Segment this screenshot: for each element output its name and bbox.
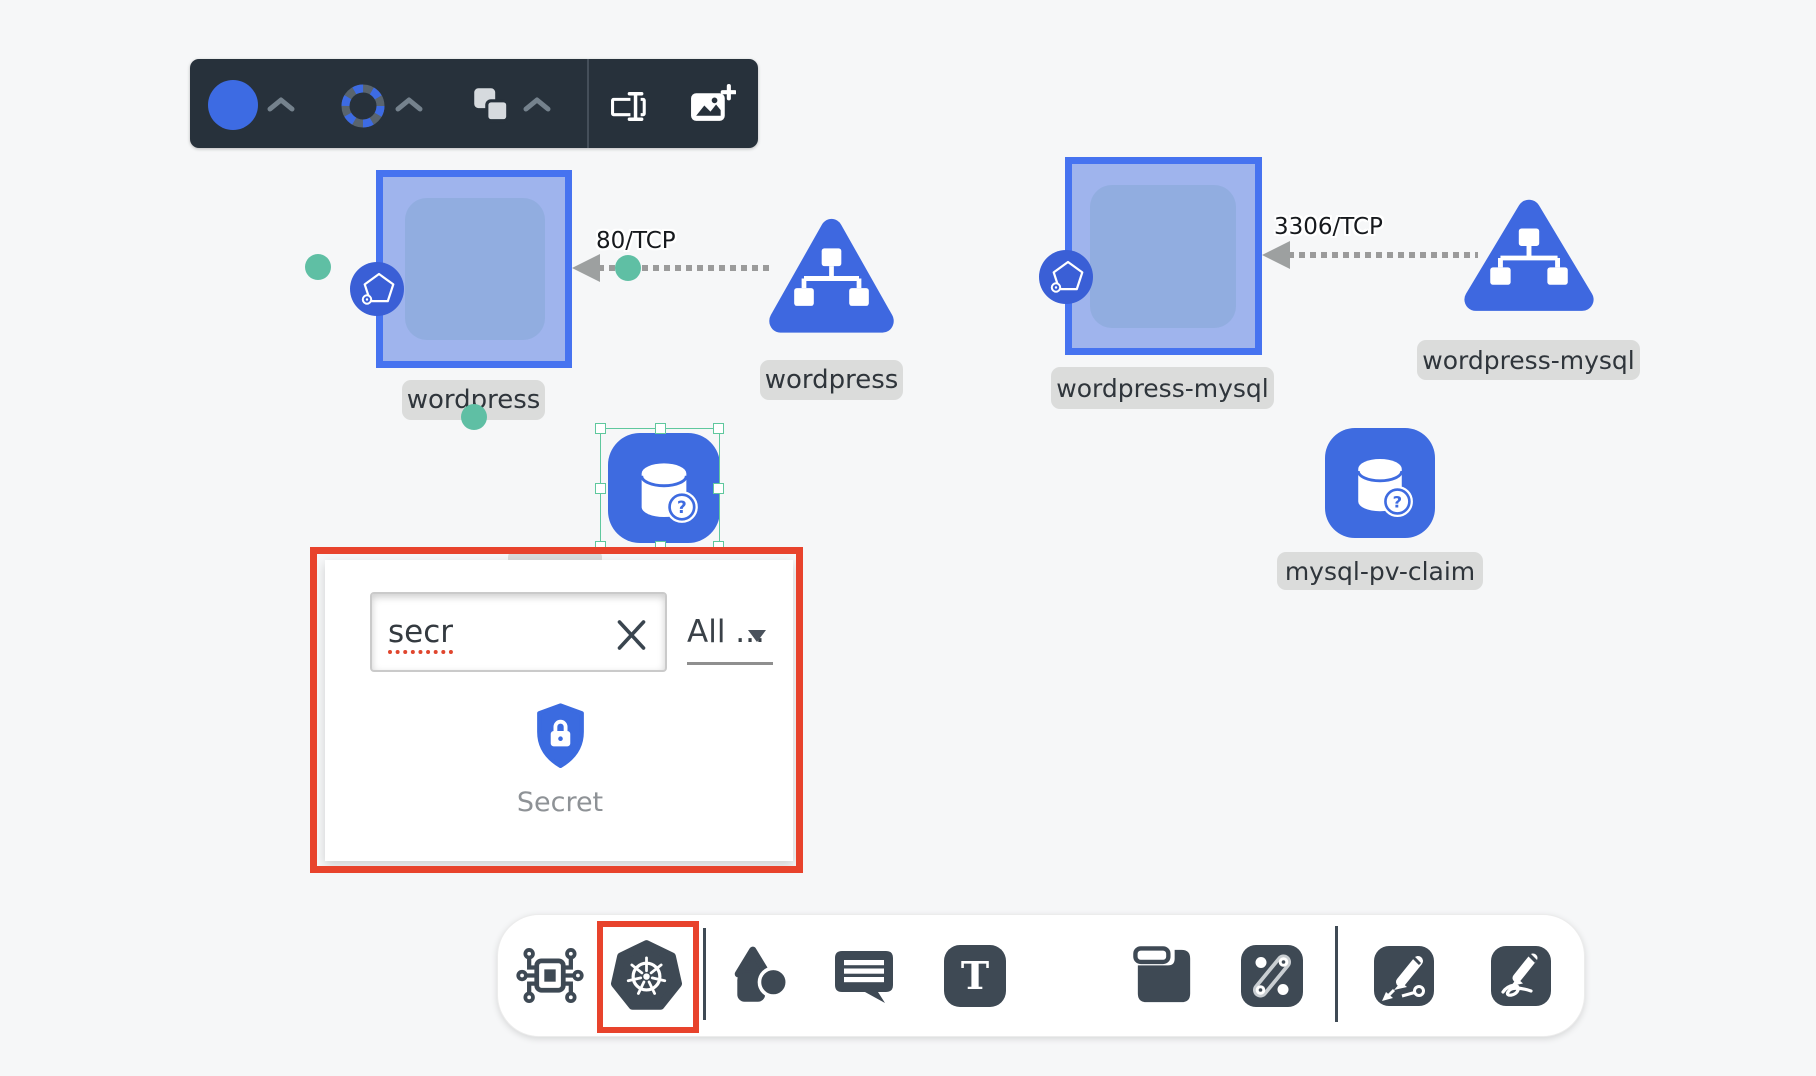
stroke-style-expand-button[interactable]: [395, 96, 423, 113]
kubernetes-icon: [608, 937, 685, 1014]
node-label-deployment-wordpress-mysql[interactable]: wordpress-mysql: [1051, 367, 1274, 409]
comment-icon: [832, 946, 896, 1006]
deployment-inner-shape: [1090, 185, 1236, 328]
dropdown-caret-icon[interactable]: [748, 630, 766, 642]
node-label-service-wordpress-mysql[interactable]: wordpress-mysql: [1417, 340, 1640, 380]
svg-text:?: ?: [1393, 492, 1402, 511]
comment-tool-button[interactable]: [832, 946, 896, 1011]
chain-link-tool-button[interactable]: [1241, 945, 1303, 1012]
pen-polyline-tool-button[interactable]: [1374, 946, 1434, 1011]
toolbar-divider: [587, 59, 589, 148]
circuit-icon: [514, 940, 586, 1012]
toolbar-divider: [1335, 926, 1338, 1022]
deployment-node-wordpress[interactable]: [376, 170, 572, 368]
edge-port-label[interactable]: 3306/TCP: [1274, 214, 1383, 240]
fill-color-circle-icon: [208, 80, 258, 130]
chevron-up-icon: [267, 96, 295, 113]
connection-handle[interactable]: [461, 404, 487, 430]
chain-link-icon: [1241, 945, 1303, 1007]
kubernetes-tool-button[interactable]: [608, 937, 685, 1019]
service-node-wordpress[interactable]: [766, 210, 897, 347]
frame-icon: [1133, 945, 1195, 1007]
dropdown-underline: [687, 662, 773, 665]
edge-mysql-service[interactable]: [1288, 252, 1478, 258]
fill-color-expand-button[interactable]: [267, 96, 295, 113]
add-image-icon: [689, 84, 736, 127]
search-input-value: secr: [388, 614, 453, 650]
resource-search-popup: secr All ... Secret: [325, 560, 793, 861]
pencil-scribble-icon: [1491, 946, 1551, 1006]
node-label-service-wordpress[interactable]: wordpress: [760, 360, 903, 400]
resize-handle[interactable]: [713, 541, 724, 552]
search-result-label: Secret: [480, 787, 640, 818]
edge-port-label[interactable]: 80/TCP: [596, 228, 676, 254]
search-result-secret[interactable]: [535, 696, 586, 783]
rename-button[interactable]: [610, 89, 657, 124]
database-question-icon: ?: [1343, 446, 1417, 520]
frame-tool-button[interactable]: [1133, 945, 1195, 1012]
copy-style-button[interactable]: [469, 83, 513, 127]
svg-text:T: T: [961, 953, 989, 998]
resize-handle[interactable]: [595, 541, 606, 552]
resize-handle[interactable]: [655, 541, 666, 552]
secret-shield-icon: [535, 696, 586, 778]
tools-toolbar: T: [497, 914, 1585, 1037]
deployment-inner-shape: [405, 198, 545, 340]
chevron-up-icon: [395, 96, 423, 113]
resize-handle[interactable]: [595, 423, 606, 434]
fill-color-swatch[interactable]: [208, 80, 258, 130]
edge-arrow-head: [572, 254, 600, 282]
pod-badge-icon[interactable]: [1039, 250, 1093, 304]
pen-polyline-icon: [1374, 946, 1434, 1006]
resize-handle[interactable]: [713, 423, 724, 434]
shapes-tool-button[interactable]: [727, 942, 795, 1015]
add-image-button[interactable]: [689, 84, 736, 127]
connection-handle[interactable]: [305, 254, 331, 280]
pod-badge-icon[interactable]: [350, 262, 404, 316]
search-input[interactable]: secr: [370, 592, 667, 672]
edge-arrow-head: [1262, 241, 1290, 269]
toolbar-divider: [703, 928, 706, 1020]
text-tool-icon: T: [944, 945, 1006, 1007]
dashed-ring-icon: [338, 81, 388, 131]
diagram-canvas[interactable]: wordpress 80/TCP wordpress wordpress-mys…: [0, 0, 1816, 1076]
circuit-tool-button[interactable]: [514, 940, 586, 1017]
selection-box: [600, 428, 720, 548]
chevron-up-icon: [523, 96, 551, 113]
connection-handle[interactable]: [615, 255, 641, 281]
style-toolbar: [190, 59, 758, 148]
copy-style-expand-button[interactable]: [523, 96, 551, 113]
pencil-scribble-tool-button[interactable]: [1491, 946, 1551, 1011]
node-label-pv-claim[interactable]: mysql-pv-claim: [1277, 552, 1483, 590]
service-node-wordpress-mysql[interactable]: [1461, 191, 1597, 325]
rename-field-icon: [610, 89, 657, 124]
stroke-style-swatch[interactable]: [338, 81, 388, 131]
resize-handle[interactable]: [713, 483, 724, 494]
clear-search-icon[interactable]: [616, 619, 647, 651]
text-tool-button[interactable]: T: [944, 945, 1006, 1012]
resize-handle[interactable]: [595, 483, 606, 494]
copy-style-icon: [469, 83, 513, 127]
deployment-node-wordpress-mysql[interactable]: [1065, 157, 1262, 355]
shapes-icon: [727, 942, 795, 1010]
resize-handle[interactable]: [655, 423, 666, 434]
pv-claim-node[interactable]: ?: [1325, 428, 1435, 538]
